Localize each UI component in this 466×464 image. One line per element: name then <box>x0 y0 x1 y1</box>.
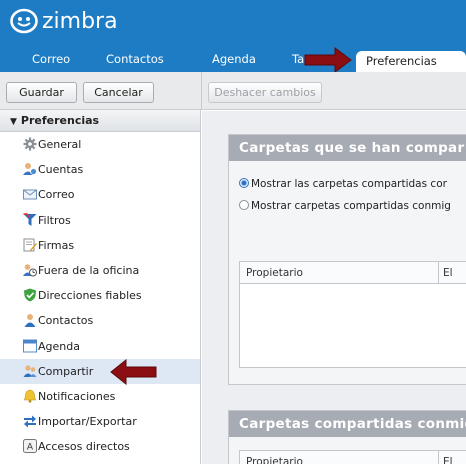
sidebar-item-direcciones-fiables[interactable]: Direcciones fiables <box>0 283 200 308</box>
gear-icon <box>23 137 37 151</box>
sidebar-item-filtros[interactable]: Filtros <box>0 208 200 233</box>
top-header: zimbra Correo Contactos Agenda Ta Prefer… <box>0 0 466 72</box>
sidebar-item-label: Cuentas <box>38 163 84 177</box>
sidebar-item-label: Fuera de la oficina <box>38 263 140 277</box>
tab-contactos[interactable]: Contactos <box>106 50 164 72</box>
zimbra-logo-icon <box>10 8 38 34</box>
sidebar-item-cuentas[interactable]: Cuentas <box>0 157 200 182</box>
sidebar-item-notificaciones[interactable]: Notificaciones <box>0 384 200 409</box>
option-label: Mostrar carpetas compartidas conmig <box>251 200 451 212</box>
svg-text:A: A <box>27 443 34 453</box>
accounts-icon <box>23 163 37 176</box>
mail-icon <box>23 189 37 200</box>
shared-with-me-table: Propietario El <box>239 450 466 464</box>
radio-checked[interactable] <box>239 178 249 188</box>
show-shared-with-me-option[interactable]: Mostrar carpetas compartidas conmig <box>239 198 451 214</box>
sidebar-item-label: Notificaciones <box>38 389 116 403</box>
tab-agenda[interactable]: Agenda <box>212 50 256 72</box>
collapse-triangle-icon[interactable]: ▼ <box>10 111 17 133</box>
annotation-arrow-tab <box>304 47 352 73</box>
sidebar-item-label: Filtros <box>38 213 71 227</box>
shared-folders-table: Propietario El <box>239 261 466 368</box>
annotation-arrow-compartir <box>110 359 157 385</box>
sidebar-item-contactos[interactable]: Contactos <box>0 308 200 333</box>
bell-icon <box>24 389 36 403</box>
sidebar-item-label: Direcciones fiables <box>38 289 142 303</box>
sidebar-item-label: Correo <box>38 188 75 202</box>
sidebar-item-label: Compartir <box>38 364 94 378</box>
sidebar-toolbar: Guardar Cancelar <box>0 72 201 110</box>
import-export-icon <box>24 415 36 428</box>
sidebar-item-label: Importar/Exportar <box>38 415 137 429</box>
filter-icon <box>23 212 37 226</box>
cancel-button[interactable]: Cancelar <box>83 82 154 103</box>
sidebar-item-importar-exportar[interactable]: Importar/Exportar <box>0 409 200 434</box>
column-owner[interactable]: Propietario <box>246 262 303 284</box>
shared-folders-panel: Carpetas que se han compar Mostrar las c… <box>228 134 466 385</box>
contact-icon <box>24 314 36 328</box>
sidebar-item-label: Contactos <box>38 314 94 328</box>
sidebar-item-compartir[interactable]: Compartir <box>0 358 200 384</box>
tab-preferencias[interactable]: Preferencias <box>356 51 466 72</box>
preferences-section-header[interactable]: ▼ Preferencias <box>0 110 200 132</box>
sidebar-item-accesos-directos[interactable]: A Accesos directos <box>0 434 200 459</box>
out-of-office-icon <box>23 264 37 277</box>
table-header: Propietario El <box>240 451 466 464</box>
column-element[interactable]: El <box>438 262 453 284</box>
signature-icon <box>23 238 37 252</box>
section-title: Preferencias <box>20 114 100 127</box>
sharing-content: Carpetas que se han compar Mostrar las c… <box>202 111 466 464</box>
table-header: Propietario El <box>240 262 466 284</box>
preferences-sidebar: ▼ Preferencias General Cuentas Correo Fil… <box>0 110 201 464</box>
save-button[interactable]: Guardar <box>6 82 77 103</box>
main-nav: Correo Contactos Agenda Ta Preferencias <box>0 50 466 72</box>
sidebar-item-agenda[interactable]: Agenda <box>0 334 200 359</box>
sidebar-item-firmas[interactable]: Firmas <box>0 233 200 258</box>
calendar-icon <box>23 339 37 352</box>
content-toolbar: Deshacer cambios <box>201 72 466 110</box>
zimbra-logo[interactable]: zimbra <box>10 3 118 39</box>
sidebar-item-label: Accesos directos <box>38 440 130 454</box>
sidebar-item-fuera-de-la-oficina[interactable]: Fuera de la oficina <box>0 258 200 283</box>
shield-check-icon <box>24 288 36 302</box>
sidebar-item-label: Firmas <box>38 238 75 252</box>
show-shared-option[interactable]: Mostrar las carpetas compartidas cor <box>239 176 447 192</box>
sidebar-item-label: General <box>38 138 82 151</box>
folders-shared-with-me-panel: Carpetas compartidas conmig Propietario … <box>228 410 466 464</box>
column-element[interactable]: El <box>438 451 453 464</box>
column-owner[interactable]: Propietario <box>246 451 303 464</box>
option-label: Mostrar las carpetas compartidas cor <box>251 178 447 190</box>
sidebar-item-general[interactable]: General <box>0 132 200 157</box>
panel-title: Carpetas que se han compar <box>229 135 466 161</box>
radio-unchecked[interactable] <box>239 200 249 210</box>
keyboard-icon: A <box>23 439 37 454</box>
undo-changes-button[interactable]: Deshacer cambios <box>208 82 322 103</box>
logo-text: zimbra <box>42 8 118 34</box>
share-icon <box>23 365 37 377</box>
sidebar-item-correo[interactable]: Correo <box>0 182 200 207</box>
tab-correo[interactable]: Correo <box>32 50 70 72</box>
sidebar-item-label: Agenda <box>38 339 80 353</box>
panel-title: Carpetas compartidas conmig <box>229 411 466 437</box>
